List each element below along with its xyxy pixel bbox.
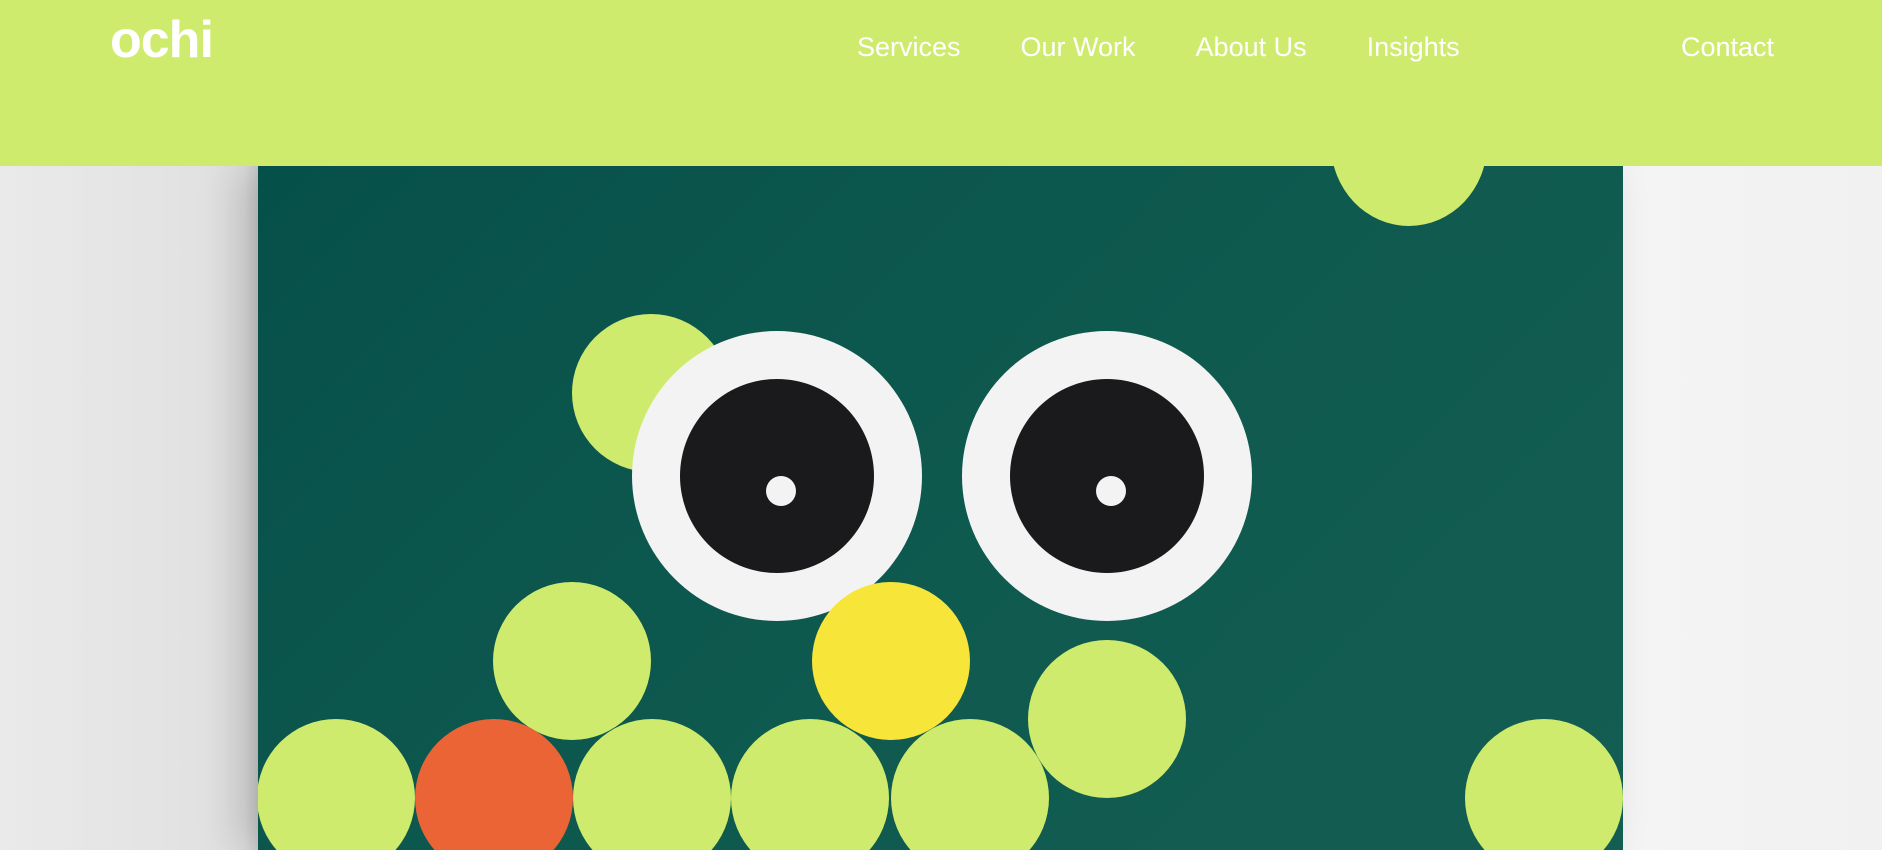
nav-services[interactable]: Services <box>857 34 961 61</box>
logo[interactable]: ochi <box>110 14 214 66</box>
right-eye-glint <box>1096 476 1126 506</box>
yellow-circle <box>812 582 970 740</box>
left-eye <box>632 331 922 621</box>
green-circle <box>573 719 731 850</box>
nav-about-us[interactable]: About Us <box>1196 34 1307 61</box>
nav-insights[interactable]: Insights <box>1367 34 1460 61</box>
green-circle <box>493 582 651 740</box>
main-nav: Services Our Work About Us Insights <box>857 34 1520 61</box>
green-circle <box>1028 640 1186 798</box>
green-circle <box>1465 719 1623 850</box>
green-circle <box>731 719 889 850</box>
nav-our-work[interactable]: Our Work <box>1021 34 1136 61</box>
nav-contact[interactable]: Contact <box>1681 34 1774 61</box>
orange-circle <box>415 719 573 850</box>
left-eye-glint <box>766 476 796 506</box>
green-circle <box>891 719 1049 850</box>
right-eye <box>962 331 1252 621</box>
hero-illustration <box>258 166 1623 850</box>
green-circle <box>1331 166 1487 226</box>
site-header: ochi Services Our Work About Us Insights… <box>0 0 1882 166</box>
green-circle <box>258 719 415 850</box>
